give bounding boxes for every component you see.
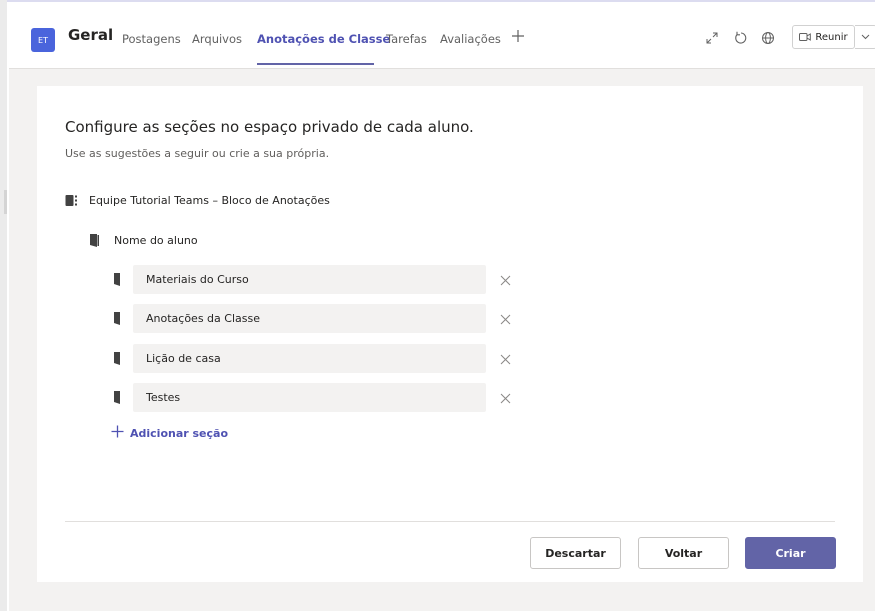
section-row (113, 383, 523, 412)
tab-tarefas[interactable]: Tarefas (386, 32, 427, 46)
notebook-row: Equipe Tutorial Teams – Bloco de Anotaçõ… (65, 192, 330, 208)
tab-anotacoes-de-classe[interactable]: Anotações de Classe (257, 32, 390, 46)
left-rail (0, 0, 7, 611)
add-tab-icon[interactable] (511, 24, 525, 48)
remove-section-icon[interactable] (497, 351, 513, 367)
section-name-input[interactable] (133, 304, 486, 333)
back-button[interactable]: Voltar (638, 537, 729, 569)
globe-icon[interactable] (757, 27, 779, 49)
meet-dropdown-button[interactable] (855, 25, 875, 49)
video-camera-icon (799, 33, 812, 41)
add-section-button[interactable]: Adicionar seção (111, 424, 228, 442)
create-button[interactable]: Criar (745, 537, 836, 569)
remove-section-icon[interactable] (497, 311, 513, 327)
refresh-icon[interactable] (730, 27, 752, 49)
student-name-label: Nome do aluno (114, 233, 198, 247)
top-border (0, 0, 875, 2)
page-title: Configure as seções no espaço privado de… (65, 118, 474, 136)
section-name-input[interactable] (133, 344, 486, 373)
channel-header: ET Geral Postagens Arquivos Anotações de… (9, 4, 875, 69)
section-icon (114, 273, 120, 286)
meet-label: Reunir (815, 31, 848, 43)
add-section-label: Adicionar seção (130, 426, 229, 440)
meet-button[interactable]: Reunir (792, 25, 855, 49)
notebook-icon (65, 194, 77, 206)
discard-button[interactable]: Descartar (530, 537, 621, 569)
section-row (113, 344, 523, 373)
chevron-down-icon (861, 34, 870, 40)
student-row: Nome do aluno (90, 232, 198, 248)
section-group-icon (90, 233, 99, 247)
active-tab-indicator (257, 63, 374, 65)
remove-section-icon[interactable] (497, 390, 513, 406)
section-icon (114, 352, 120, 365)
section-icon (114, 312, 120, 325)
team-avatar[interactable]: ET (31, 28, 55, 52)
rail-handle[interactable] (4, 190, 7, 214)
tab-avaliacoes[interactable]: Avaliações (440, 32, 501, 46)
tab-arquivos[interactable]: Arquivos (192, 32, 242, 46)
plus-icon (111, 423, 124, 443)
page-subtitle: Use as sugestões a seguir ou crie a sua … (65, 147, 330, 160)
section-name-input[interactable] (133, 265, 486, 294)
section-name-input[interactable] (133, 383, 486, 412)
tab-postagens[interactable]: Postagens (122, 32, 181, 46)
expand-icon[interactable] (701, 27, 723, 49)
setup-card (37, 86, 863, 582)
section-row (113, 265, 523, 294)
footer-divider (65, 521, 835, 522)
notebook-name: Equipe Tutorial Teams – Bloco de Anotaçõ… (89, 193, 330, 207)
remove-section-icon[interactable] (497, 272, 513, 288)
section-icon (114, 391, 120, 404)
channel-name: Geral (68, 26, 114, 44)
section-row (113, 304, 523, 333)
